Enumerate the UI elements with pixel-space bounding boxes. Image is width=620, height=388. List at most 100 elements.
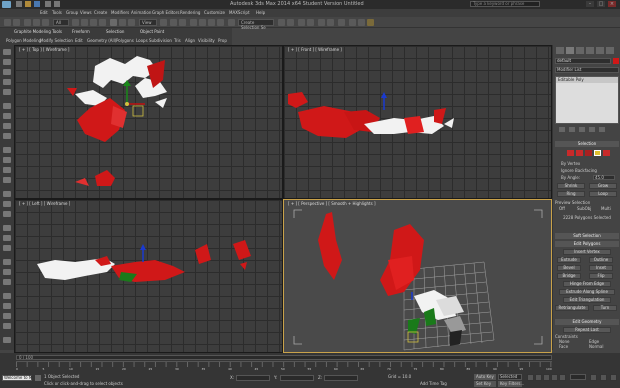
tool-target-weld-icon[interactable] xyxy=(3,177,11,183)
align-icon[interactable] xyxy=(287,19,294,26)
ribbon-prop[interactable]: Prop xyxy=(218,38,227,43)
pan-icon[interactable] xyxy=(600,374,607,381)
tool-select-icon[interactable] xyxy=(3,49,11,55)
viewport-left[interactable]: [ + ] [ Left ] [ Wireframe ] xyxy=(15,200,282,352)
soft-selection-rollout-header[interactable]: Soft Selection xyxy=(555,233,619,239)
tool-move-icon[interactable] xyxy=(3,59,11,65)
menu-create[interactable]: Create xyxy=(94,10,107,15)
edit-polygons-rollout-header[interactable]: Edit Polygons xyxy=(555,241,619,247)
selection-rollout-header[interactable]: Selection xyxy=(555,141,619,147)
coord-x-field[interactable] xyxy=(236,375,270,381)
inset-button[interactable]: Inset xyxy=(589,265,613,271)
link-icon[interactable] xyxy=(24,19,31,26)
ribbon-loops[interactable]: Loops xyxy=(136,38,148,43)
extrude-button[interactable]: Extrude xyxy=(557,257,581,263)
viewport-front[interactable]: [ + ] [ Front ] [ Wireframe ] xyxy=(284,46,551,198)
retriangulate-button[interactable]: Retriangulate xyxy=(555,305,589,311)
menu-modifiers[interactable]: Modifiers xyxy=(111,10,129,15)
selection-lock-icon[interactable] xyxy=(35,375,41,381)
menu-edit[interactable]: Edit xyxy=(40,10,48,15)
tool-cut-icon[interactable] xyxy=(3,191,11,197)
menu-views[interactable]: Views xyxy=(80,10,92,15)
schematic-view-icon[interactable] xyxy=(327,19,334,26)
window-crossing-icon[interactable] xyxy=(99,19,106,26)
redo-icon[interactable] xyxy=(54,1,60,7)
menu-group[interactable]: Group xyxy=(66,10,78,15)
current-frame-field[interactable] xyxy=(570,374,586,380)
ribbon-tris[interactable]: Tris xyxy=(174,38,181,43)
tool-connect-icon[interactable] xyxy=(3,147,11,153)
border-mode-icon[interactable] xyxy=(585,150,592,156)
previous-frame-icon[interactable] xyxy=(535,374,542,381)
tool-make-planar-icon[interactable] xyxy=(3,259,11,265)
search-input[interactable]: Type a keyword or phrase xyxy=(470,1,540,7)
menu-graph-editors[interactable]: Graph Editors xyxy=(152,10,179,15)
select-by-name-icon[interactable] xyxy=(81,19,88,26)
menu-animation[interactable]: Animation xyxy=(131,10,151,15)
tool-extrude-icon[interactable] xyxy=(3,103,11,109)
tool-swift-loop-icon[interactable] xyxy=(3,225,11,231)
tool-bridge-icon[interactable] xyxy=(3,133,11,139)
by-vertex-checkbox[interactable]: By Vertex xyxy=(555,161,619,166)
tool-paint-icon[interactable] xyxy=(3,89,11,95)
orbit-icon[interactable] xyxy=(610,374,617,381)
hierarchy-tab-icon[interactable] xyxy=(576,47,584,54)
show-end-result-icon[interactable] xyxy=(569,127,575,132)
graphite-toggle-icon[interactable] xyxy=(307,19,314,26)
close-button[interactable]: × xyxy=(608,1,616,7)
tool-quickslice-icon[interactable] xyxy=(3,211,11,217)
coord-y-field[interactable] xyxy=(280,375,314,381)
tool-inset-icon[interactable] xyxy=(3,123,11,129)
spinner-snap-icon[interactable] xyxy=(217,19,224,26)
modifier-list-dropdown[interactable]: Modifier List xyxy=(555,67,619,73)
object-color-swatch[interactable] xyxy=(613,58,619,64)
tool-chamfer-icon[interactable] xyxy=(3,157,11,163)
scale-icon[interactable] xyxy=(128,19,135,26)
stack-item-editable-poly[interactable]: Editable Poly xyxy=(556,77,618,83)
ribbon-align[interactable]: Align xyxy=(185,38,195,43)
create-tab-icon[interactable] xyxy=(556,47,564,54)
viewport-perspective[interactable]: [ + ] [ Perspective ] [ Smooth + Highlig… xyxy=(283,199,552,353)
menu-tools[interactable]: Tools xyxy=(52,10,62,15)
minimize-button[interactable]: – xyxy=(586,1,594,7)
goto-start-icon[interactable] xyxy=(527,374,534,381)
shrink-button[interactable]: Shrink xyxy=(557,183,585,189)
grow-button[interactable]: Grow xyxy=(589,183,617,189)
curve-editor-icon[interactable] xyxy=(318,19,325,26)
rotate-icon[interactable] xyxy=(119,19,126,26)
angle-snap-icon[interactable] xyxy=(199,19,206,26)
ribbon-polygon-modeling[interactable]: Polygon Modeling xyxy=(6,38,41,43)
ribbon-subdivision[interactable]: Subdivision xyxy=(149,38,172,43)
keyboard-shortcut-icon[interactable] xyxy=(179,19,186,26)
auto-key-button[interactable]: Auto Key xyxy=(474,374,496,380)
coord-z-field[interactable] xyxy=(324,375,358,381)
constraint-face-radio[interactable]: Face xyxy=(559,344,583,349)
goto-end-icon[interactable] xyxy=(559,374,566,381)
percent-snap-icon[interactable] xyxy=(208,19,215,26)
menu-customize[interactable]: Customize xyxy=(204,10,225,15)
by-angle-value[interactable]: 45.0 xyxy=(593,175,615,180)
add-time-tag-button[interactable]: Add Time Tag xyxy=(420,381,447,386)
mirror-icon[interactable] xyxy=(278,19,285,26)
flip-button[interactable]: Flip xyxy=(589,273,613,279)
modify-tab-icon[interactable] xyxy=(566,47,574,54)
selected-dropdown[interactable]: Selected xyxy=(498,374,522,380)
select-object-icon[interactable] xyxy=(72,19,79,26)
pin-stack-icon[interactable] xyxy=(559,127,565,132)
edge-mode-icon[interactable] xyxy=(576,150,583,156)
material-editor-icon[interactable] xyxy=(338,19,345,26)
undo-button[interactable] xyxy=(4,19,11,26)
tool-bevel-icon[interactable] xyxy=(3,113,11,119)
select-manipulate-icon[interactable] xyxy=(170,19,177,26)
vertex-mode-icon[interactable] xyxy=(567,150,574,156)
quick-access-new-icon[interactable] xyxy=(16,1,22,7)
render-production-icon[interactable] xyxy=(367,19,374,26)
pivot-center-icon[interactable] xyxy=(160,19,167,26)
edit-geometry-rollout-header[interactable]: Edit Geometry xyxy=(555,319,619,325)
selection-filter-dropdown[interactable]: All xyxy=(53,19,69,26)
tab-graphite-modeling-tools[interactable]: Graphite Modeling Tools xyxy=(14,29,62,34)
tool-smooth-icon[interactable] xyxy=(3,245,11,251)
edit-triangulation-button[interactable]: Edit Triangulation xyxy=(563,297,611,303)
motion-tab-icon[interactable] xyxy=(586,47,594,54)
object-name-field[interactable]: default xyxy=(555,58,611,64)
